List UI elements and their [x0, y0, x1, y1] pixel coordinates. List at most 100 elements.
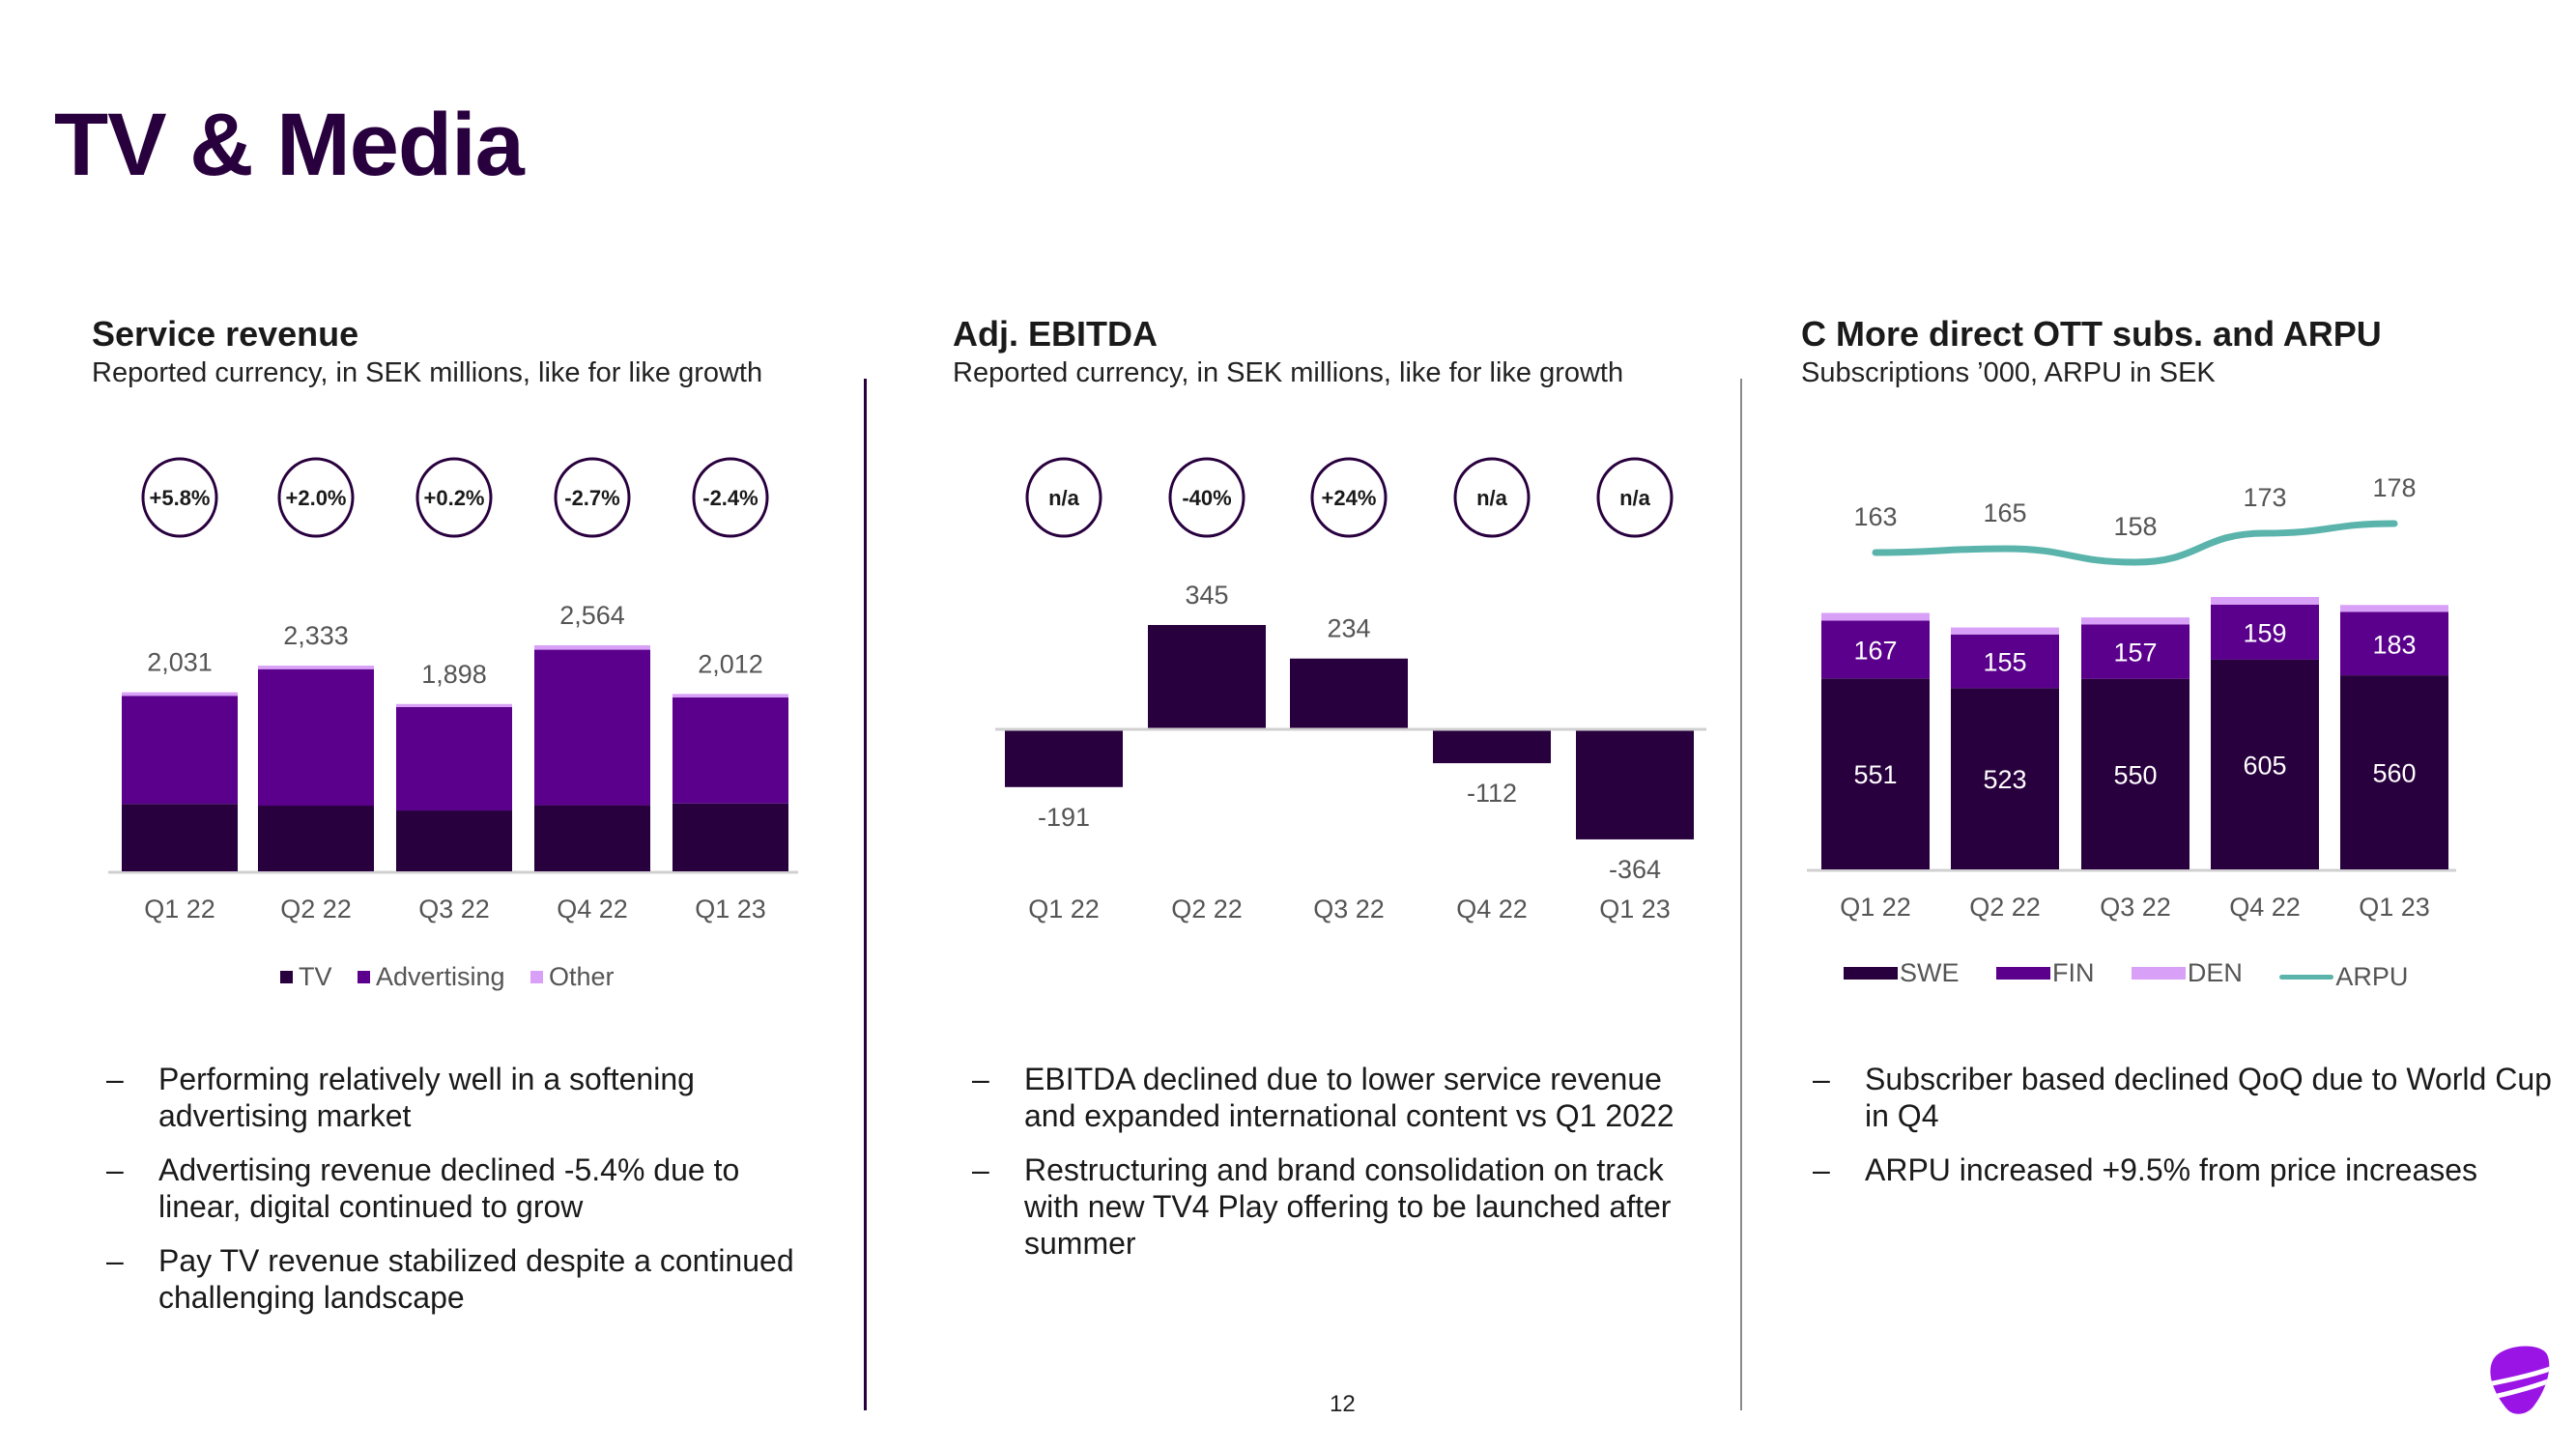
x-tick-label: Q2 22: [280, 895, 352, 923]
bar: [1576, 729, 1694, 839]
total-label: 2,564: [559, 601, 625, 630]
legend-item-arpu: ARPU: [2279, 962, 2408, 992]
x-tick-label: Q1 22: [1840, 893, 1911, 922]
legend-item-other: Other: [530, 962, 615, 992]
bullet-item: – Restructuring and brand consolidation o…: [972, 1151, 1706, 1262]
growth-badge-label: +2.0%: [286, 486, 347, 510]
arpu-label: 178: [2372, 473, 2416, 502]
value-label: 345: [1185, 581, 1228, 610]
adj-ebitda-chart: n/a -191 Q1 22 -40% 345 Q2 22 +24% 234 Q3 22 n/a -…: [995, 457, 1706, 923]
bar: [1290, 658, 1408, 729]
bullet-dash: –: [972, 1152, 989, 1187]
service-revenue-legend: TV Advertising Other: [280, 962, 636, 992]
bar-segment-den: [1821, 612, 1930, 621]
growth-badge-label: n/a: [1476, 486, 1508, 510]
x-tick-label: Q4 22: [2229, 893, 2301, 922]
legend-label: TV: [299, 962, 332, 991]
growth-badge-label: +0.2%: [424, 486, 485, 510]
bullet-text: Performing relatively well in a softenin…: [158, 1062, 695, 1133]
growth-badge-label: -2.4%: [702, 486, 758, 510]
segment-label: 159: [2243, 618, 2286, 647]
bullet-dash: –: [106, 1152, 124, 1187]
bar-segment-tv: [122, 804, 238, 871]
bullet-item: – Performing relatively well in a softeni…: [106, 1061, 802, 1134]
segment-label: 560: [2372, 759, 2416, 788]
x-tick-label: Q1 22: [144, 895, 215, 923]
bullet-dash: –: [106, 1243, 124, 1278]
value-label: -364: [1609, 855, 1661, 884]
bar-segment-den: [2211, 597, 2319, 605]
bar: [1005, 729, 1123, 787]
bar-segment-advertising: [258, 668, 374, 807]
bullet-item: – Subscriber based declined QoQ due to Wo…: [1813, 1061, 2557, 1134]
bar-segment-tv: [396, 810, 512, 871]
bullet-text: ARPU increased +9.5% from price increase…: [1865, 1152, 2478, 1187]
segment-label: 157: [2113, 639, 2157, 668]
bar-segment-advertising: [534, 649, 650, 806]
bullet-item: – Advertising revenue declined -5.4% due …: [106, 1151, 802, 1225]
x-tick-label: Q2 22: [1171, 895, 1243, 923]
total-label: 2,012: [698, 649, 763, 678]
bar-segment-advertising: [396, 706, 512, 811]
telia-logo-icon: [2490, 1346, 2550, 1414]
growth-badge-label: +24%: [1322, 486, 1377, 510]
page-number: 12: [1330, 1391, 1356, 1417]
legend-label: Other: [549, 962, 615, 991]
legend-label: SWE: [1900, 958, 1960, 987]
bar-segment-den: [1951, 627, 2059, 635]
x-tick-label: Q1 22: [1028, 895, 1100, 923]
x-tick-label: Q1 23: [1599, 895, 1671, 923]
arpu-label: 158: [2113, 512, 2157, 541]
bar-segment-other: [396, 703, 512, 707]
bar-segment-den: [2081, 617, 2190, 625]
bar-segment-other: [122, 692, 238, 696]
bullet-dash: –: [972, 1062, 989, 1096]
bar-segment-other: [534, 645, 650, 650]
legend-swatch-other: [530, 971, 543, 983]
segment-label: 155: [1983, 648, 2026, 677]
bullet-text: Restructuring and brand consolidation on…: [1024, 1152, 1672, 1261]
legend-line-arpu: [2279, 975, 2334, 980]
arpu-label: 163: [1853, 502, 1897, 531]
legend-label: FIN: [2051, 958, 2095, 987]
bullet-text: Pay TV revenue stabilized despite a cont…: [158, 1243, 794, 1315]
x-tick-label: Q2 22: [1969, 893, 2041, 922]
bullet-text: Advertising revenue declined -5.4% due t…: [158, 1152, 740, 1224]
bullet-item: – EBITDA declined due to lower service re…: [972, 1061, 1706, 1134]
bar-segment-advertising: [673, 697, 788, 804]
x-tick-label: Q4 22: [557, 895, 628, 923]
segment-label: 605: [2243, 751, 2286, 780]
value-label: -191: [1038, 803, 1090, 832]
bar-segment-tv: [673, 803, 788, 871]
x-tick-label: Q3 22: [418, 895, 490, 923]
total-label: 1,898: [421, 660, 487, 689]
bullet-item: – ARPU increased +9.5% from price increas…: [1813, 1151, 2557, 1188]
x-tick-label: Q1 23: [695, 895, 766, 923]
x-tick-label: Q1 23: [2359, 893, 2430, 922]
legend-swatch-fin: [1995, 967, 2050, 980]
legend-label: Advertising: [375, 962, 505, 991]
section-divider: [1740, 379, 1742, 1410]
adj-ebitda-bullets: – EBITDA declined due to lower service re…: [972, 1061, 1706, 1279]
bar-segment-other: [258, 666, 374, 669]
legend-swatch-tv: [280, 971, 293, 983]
ott-subs-legend: SWE FIN DEN ARPU: [1844, 958, 2429, 992]
growth-badge-label: +5.8%: [150, 486, 211, 510]
bar-segment-advertising: [122, 696, 238, 805]
service-revenue-bullets: – Performing relatively well in a softeni…: [106, 1061, 802, 1333]
legend-swatch-swe: [1844, 967, 1898, 980]
legend-item-den: DEN: [2131, 958, 2243, 988]
arpu-label: 173: [2243, 483, 2286, 512]
total-label: 2,333: [283, 621, 349, 650]
x-tick-label: Q4 22: [1456, 895, 1528, 923]
growth-badge-label: -40%: [1182, 486, 1231, 510]
legend-item-fin: FIN: [1995, 958, 2095, 988]
segment-label: 183: [2372, 630, 2416, 659]
bar: [1433, 729, 1551, 764]
growth-badge-label: -2.7%: [564, 486, 619, 510]
legend-swatch-advertising: [357, 971, 370, 983]
legend-item-advertising: Advertising: [357, 962, 505, 992]
bar-segment-tv: [534, 805, 650, 871]
bullet-text: Subscriber based declined QoQ due to Wor…: [1865, 1062, 2552, 1133]
segment-label: 523: [1983, 765, 2026, 794]
